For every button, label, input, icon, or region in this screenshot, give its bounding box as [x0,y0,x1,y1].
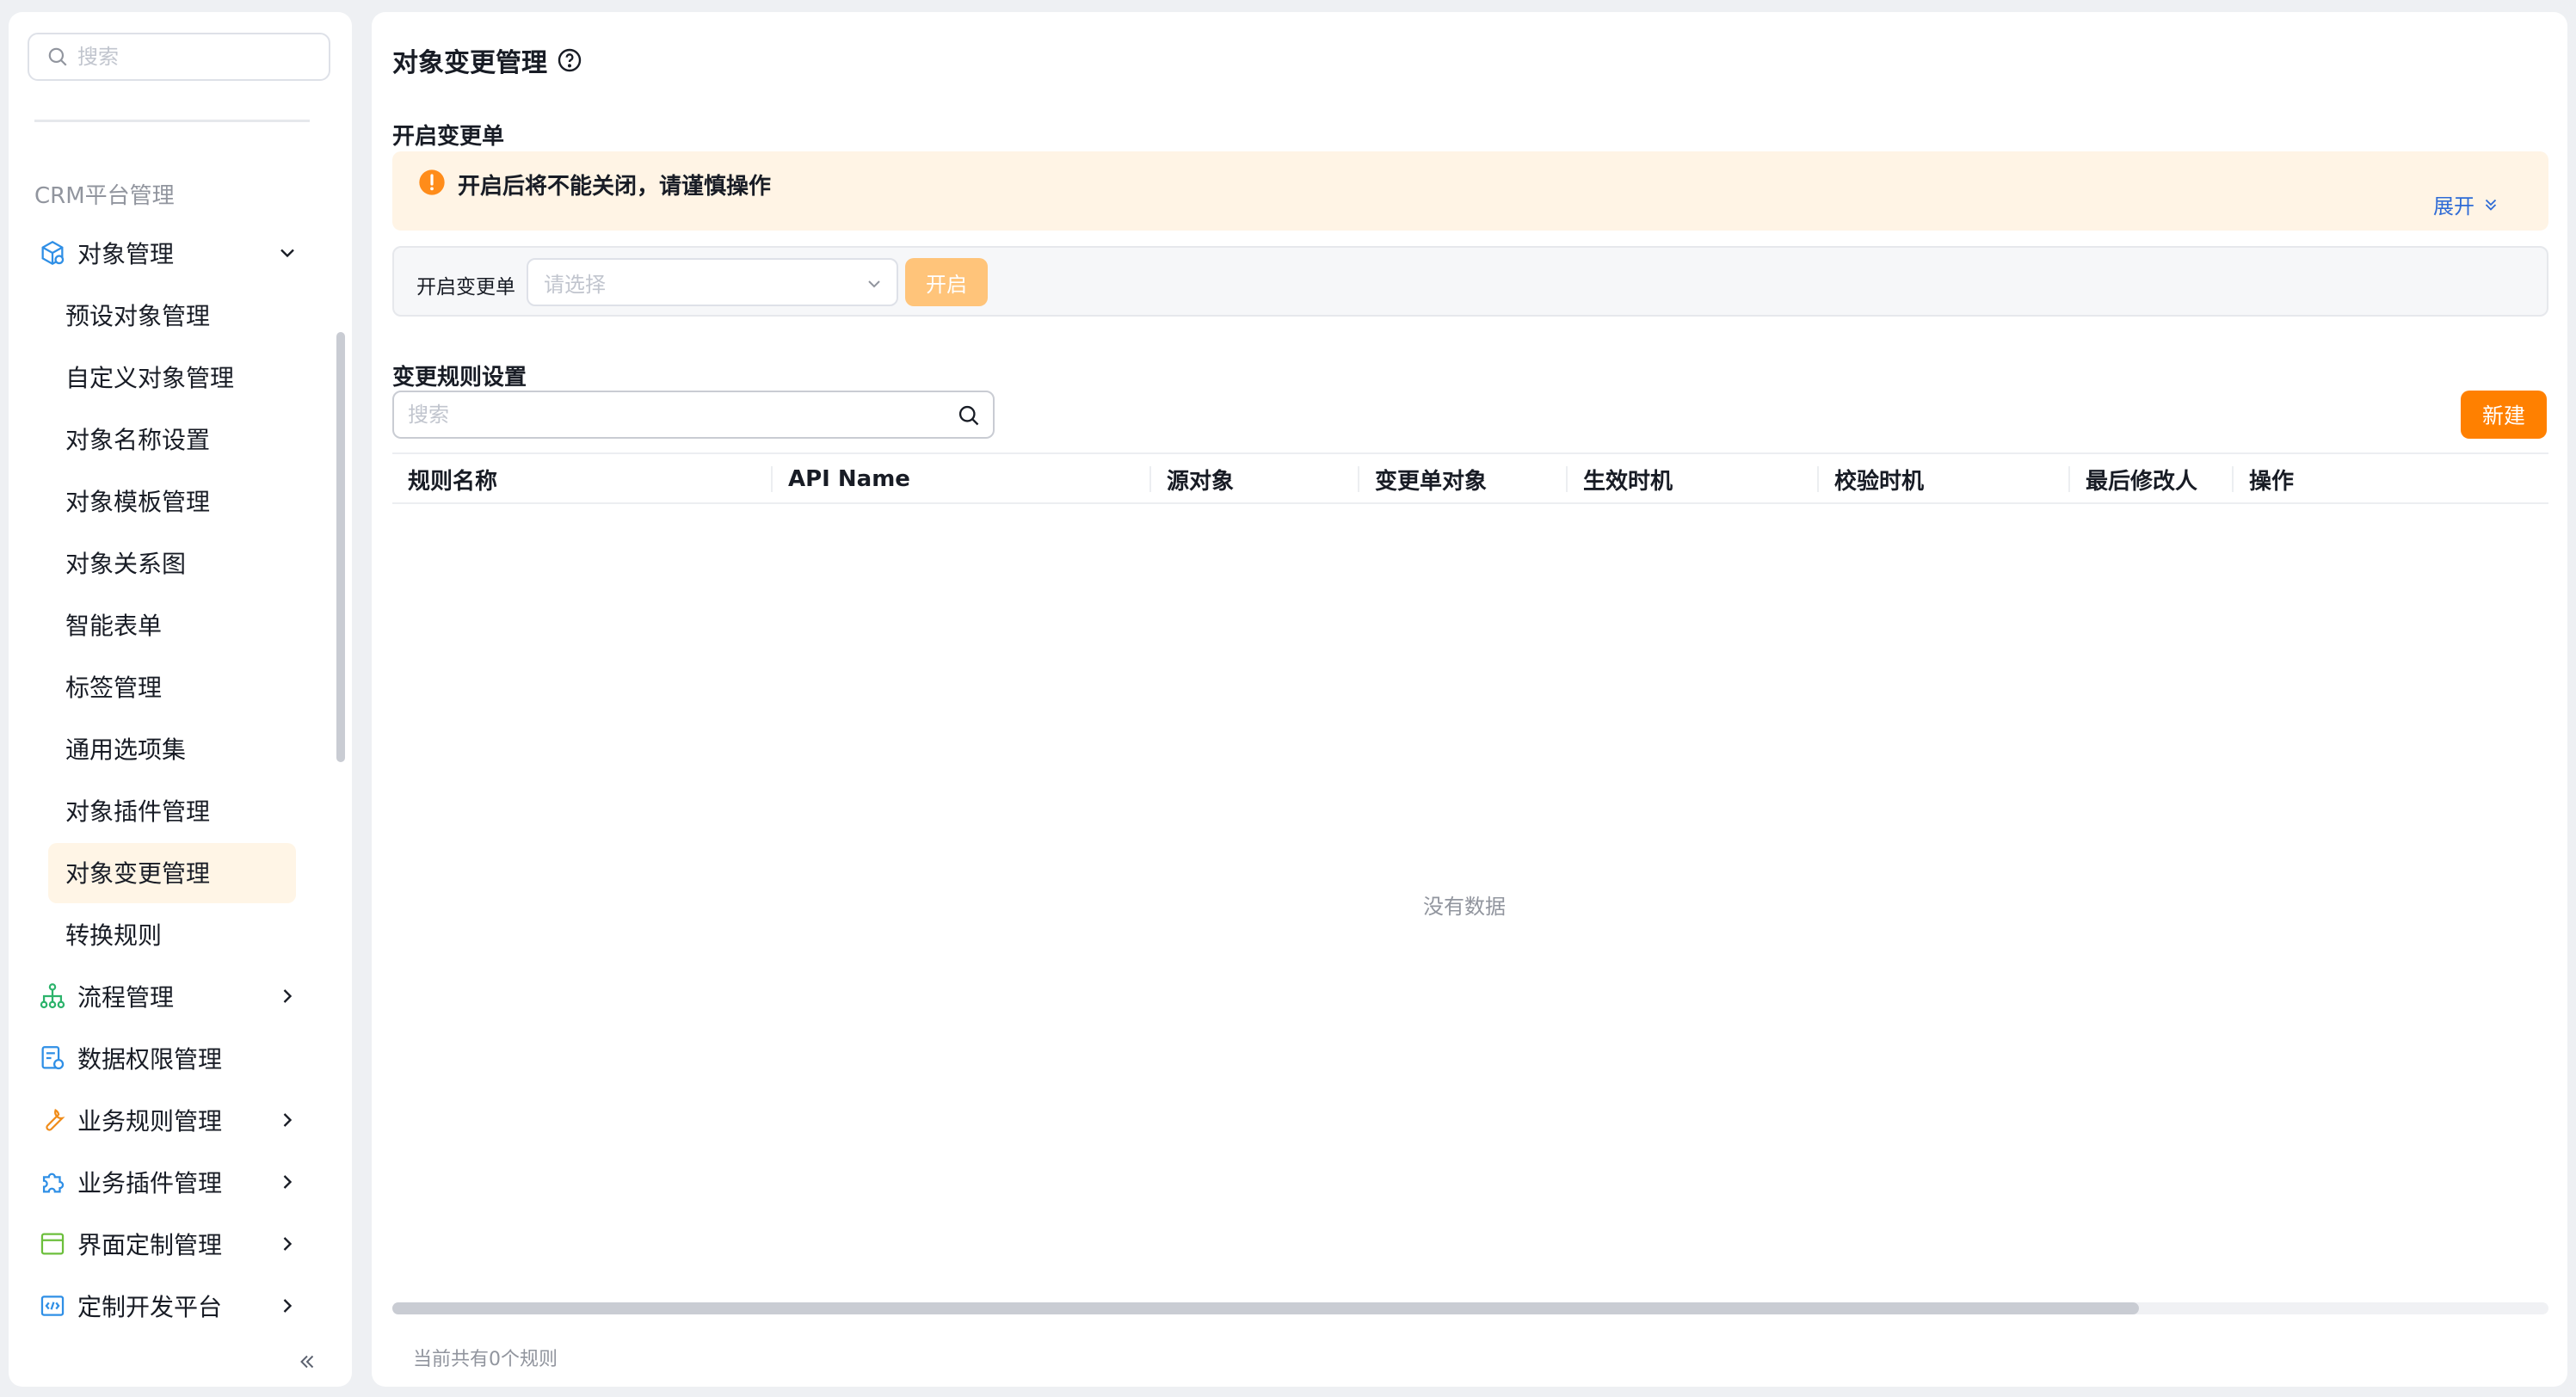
double-chevron-down-icon [2485,199,2497,211]
sidebar-subitem[interactable]: 通用选项集 [9,717,352,779]
sidebar-item-data-permission[interactable]: 数据权限管理 [9,1027,352,1089]
chevron-down-icon [868,280,880,288]
sidebar-collapse-button[interactable] [293,1347,322,1376]
column-header[interactable]: 操作 [2234,454,2548,504]
rule-search[interactable] [392,391,995,439]
sidebar-section-title: CRM平台管理 [34,183,175,209]
code-icon [38,1291,67,1320]
sidebar-item-object-management[interactable]: 对象管理 [9,222,352,284]
table-header: 规则名称 API Name 源对象 变更单对象 生效时机 校验时机 最后修改人 … [392,452,2548,504]
puzzle-icon [38,1167,67,1197]
new-rule-button[interactable]: 新建 [2461,391,2547,439]
layout-icon [38,1229,67,1259]
data-permission-icon [38,1043,67,1073]
rule-count-text: 当前共有0个规则 [413,1349,558,1370]
sidebar-subitem[interactable]: 标签管理 [9,655,352,717]
chevron-right-icon [283,1299,293,1313]
open-section-title: 开启变更单 [392,124,505,150]
sidebar-item-dev-platform[interactable]: 定制开发平台 [9,1275,352,1337]
sidebar-subitem[interactable]: 对象名称设置 [9,408,352,470]
sidebar-item-label: 数据权限管理 [77,1045,223,1074]
column-header[interactable]: 规则名称 [392,454,773,504]
warning-icon [419,169,445,195]
main-panel: 对象变更管理 开启变更单 开启后将不能关闭，请谨慎操作 展开 开启变更单 请选择… [372,12,2567,1387]
sidebar-item-label: 对象管理 [77,240,175,268]
sidebar-search[interactable] [28,33,330,81]
sidebar-scrollbar[interactable] [336,332,345,762]
sidebar-item-label: 流程管理 [77,983,175,1012]
horizontal-scroll-thumb[interactable] [392,1302,2139,1314]
open-change-order-panel: 开启变更单 请选择 开启 [392,246,2548,317]
rules-section-title: 变更规则设置 [392,365,527,391]
column-header[interactable]: 变更单对象 [1359,454,1568,504]
horizontal-scrollbar[interactable] [392,1302,2548,1314]
page-title: 对象变更管理 [392,41,583,79]
sidebar-divider [34,120,310,122]
empty-state-text: 没有数据 [1423,895,1506,919]
column-header[interactable]: 生效时机 [1568,454,1819,504]
column-header[interactable]: API Name [773,454,1151,504]
alert-text: 开启后将不能关闭，请谨慎操作 [458,174,772,200]
warning-alert: 开启后将不能关闭，请谨慎操作 展开 [392,151,2548,231]
search-icon[interactable] [957,403,981,428]
sidebar-subitem[interactable]: 对象模板管理 [9,470,352,532]
sidebar-search-input[interactable] [77,45,318,69]
select-placeholder: 请选择 [544,272,606,297]
change-order-select[interactable]: 请选择 [527,258,898,306]
column-header[interactable]: 最后修改人 [2070,454,2234,504]
column-header[interactable]: 源对象 [1151,454,1359,504]
sidebar-item-label: 定制开发平台 [77,1293,223,1321]
open-field-label: 开启变更单 [416,276,515,298]
sidebar-subitem[interactable]: 对象关系图 [9,532,352,594]
chevron-right-icon [283,989,293,1003]
sidebar: CRM平台管理 对象管理 预设对象管理 自定义对象管理 对象名称设置 对象模板管… [9,12,352,1387]
double-chevron-left-icon [300,1355,314,1369]
sidebar-subitem[interactable]: 预设对象管理 [9,284,352,346]
sidebar-item-ui-customization[interactable]: 界面定制管理 [9,1213,352,1275]
chevron-right-icon [283,1237,293,1251]
sidebar-subitem[interactable]: 对象插件管理 [9,779,352,841]
expand-link[interactable]: 展开 [2433,189,2500,219]
column-header[interactable]: 校验时机 [1819,454,2070,504]
sidebar-item-label: 界面定制管理 [77,1231,223,1259]
flow-icon [38,982,67,1011]
rule-search-input[interactable] [408,403,941,427]
sidebar-item-flow-management[interactable]: 流程管理 [9,965,352,1027]
chevron-down-icon [280,249,294,258]
sidebar-subitem[interactable]: 智能表单 [9,594,352,655]
chevron-right-icon [283,1175,293,1189]
sidebar-item-business-plugins[interactable]: 业务插件管理 [9,1151,352,1213]
sidebar-menu: 对象管理 预设对象管理 自定义对象管理 对象名称设置 对象模板管理 对象关系图 … [9,222,352,1337]
sidebar-item-business-rules[interactable]: 业务规则管理 [9,1089,352,1151]
sidebar-subitem-active[interactable]: 对象变更管理 [9,841,352,903]
sidebar-subitem[interactable]: 转换规则 [9,903,352,965]
chevron-right-icon [283,1113,293,1127]
sidebar-item-label: 业务插件管理 [77,1169,223,1197]
search-icon [48,47,67,66]
help-icon[interactable] [556,46,583,74]
wrench-icon [38,1105,67,1135]
open-button[interactable]: 开启 [905,258,988,306]
sidebar-item-label: 业务规则管理 [77,1107,223,1135]
object-cube-icon [38,238,67,268]
sidebar-subitem[interactable]: 自定义对象管理 [9,346,352,408]
